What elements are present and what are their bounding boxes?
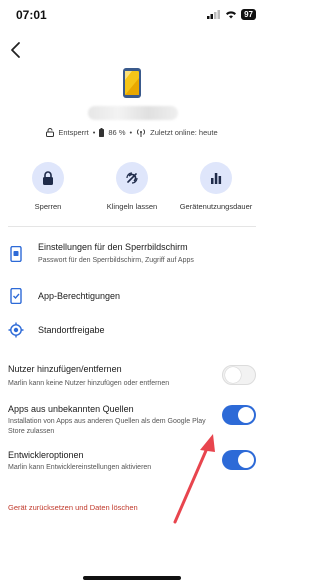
app-permissions-item[interactable]: App-Berechtigungen (0, 285, 264, 307)
status-bar: 07:01 97 (0, 0, 264, 30)
menu-item-title: Standortfreigabe (38, 325, 105, 335)
lock-icon (43, 171, 53, 185)
screen-time-action-button[interactable]: Gerätenutzungsdauer (176, 162, 256, 211)
battery-status: 86 % (108, 128, 126, 137)
unknown-sources-toggle[interactable] (222, 405, 256, 425)
device-name-redacted (88, 106, 178, 120)
home-indicator[interactable] (83, 576, 181, 580)
unlock-icon (46, 128, 55, 137)
toggle-title: Nutzer hinzufügen/entfernen (8, 364, 122, 374)
bar-chart-icon (211, 173, 222, 184)
developer-options-toggle[interactable] (222, 450, 256, 470)
add-remove-users-toggle[interactable] (222, 365, 256, 385)
wifi-icon (226, 11, 237, 19)
phone-lock-icon (10, 246, 22, 262)
location-sharing-item[interactable]: Standortfreigabe (0, 319, 264, 341)
lock-action-label: Sperren (34, 202, 62, 211)
toggle-title: Entwickleroptionen (8, 450, 84, 460)
toggle-subtitle: Installation von Apps aus anderen Quelle… (8, 418, 206, 435)
toggle-subtitle: Marlin kann keine Nutzer hinzufügen oder… (8, 380, 170, 387)
toggle-title: Apps aus unbekannten Quellen (8, 404, 134, 414)
screen-time-action-label: Gerätenutzungsdauer (179, 202, 253, 211)
separator-dot: • (129, 128, 133, 137)
toggle-subtitle: Marlin kann Entwicklereinstellungen akti… (8, 464, 152, 471)
status-icons: 97 (207, 9, 256, 20)
screen-time-action-circle[interactable] (200, 162, 232, 194)
menu-item-title: Einstellungen für den Sperrbildschirm (38, 242, 188, 252)
location-icon (8, 322, 24, 338)
ring-action-circle[interactable] (116, 162, 148, 194)
unknown-sources-item[interactable]: Apps aus unbekannten Quellen Installatio… (0, 402, 264, 438)
back-arrow-icon[interactable] (6, 40, 26, 60)
signal-icon (207, 10, 221, 19)
add-remove-users-item[interactable]: Nutzer hinzufügen/entfernen Marlin kann … (0, 362, 264, 392)
reset-device-link[interactable]: Gerät zurücksetzen und Daten löschen (8, 503, 138, 512)
battery-icon (99, 128, 105, 137)
separator-dot: • (92, 128, 96, 137)
phone-device-icon (123, 68, 141, 98)
phone-check-icon (10, 288, 22, 304)
online-signal-icon (137, 129, 146, 137)
ring-action-button[interactable]: Klingeln lassen (92, 162, 172, 211)
battery-indicator: 97 (241, 9, 256, 20)
menu-item-title: App-Berechtigungen (38, 291, 121, 301)
ring-action-label: Klingeln lassen (106, 202, 158, 211)
lock-action-circle[interactable] (32, 162, 64, 194)
status-time: 07:01 (16, 8, 47, 22)
lock-status: Entsperrt (58, 128, 89, 137)
lock-screen-settings-item[interactable]: Einstellungen für den Sperrbildschirm Pa… (0, 240, 264, 270)
developer-options-item[interactable]: Entwickleroptionen Marlin kann Entwickle… (0, 450, 264, 476)
menu-item-subtitle: Passwort für den Sperrbildschirm, Zugrif… (38, 257, 194, 264)
lock-action-button[interactable]: Sperren (8, 162, 88, 211)
device-status-row: Entsperrt • 86 % • Zuletzt online: heute (0, 128, 264, 137)
online-status: Zuletzt online: heute (150, 128, 218, 137)
section-divider (8, 226, 256, 227)
ring-icon (126, 172, 138, 184)
